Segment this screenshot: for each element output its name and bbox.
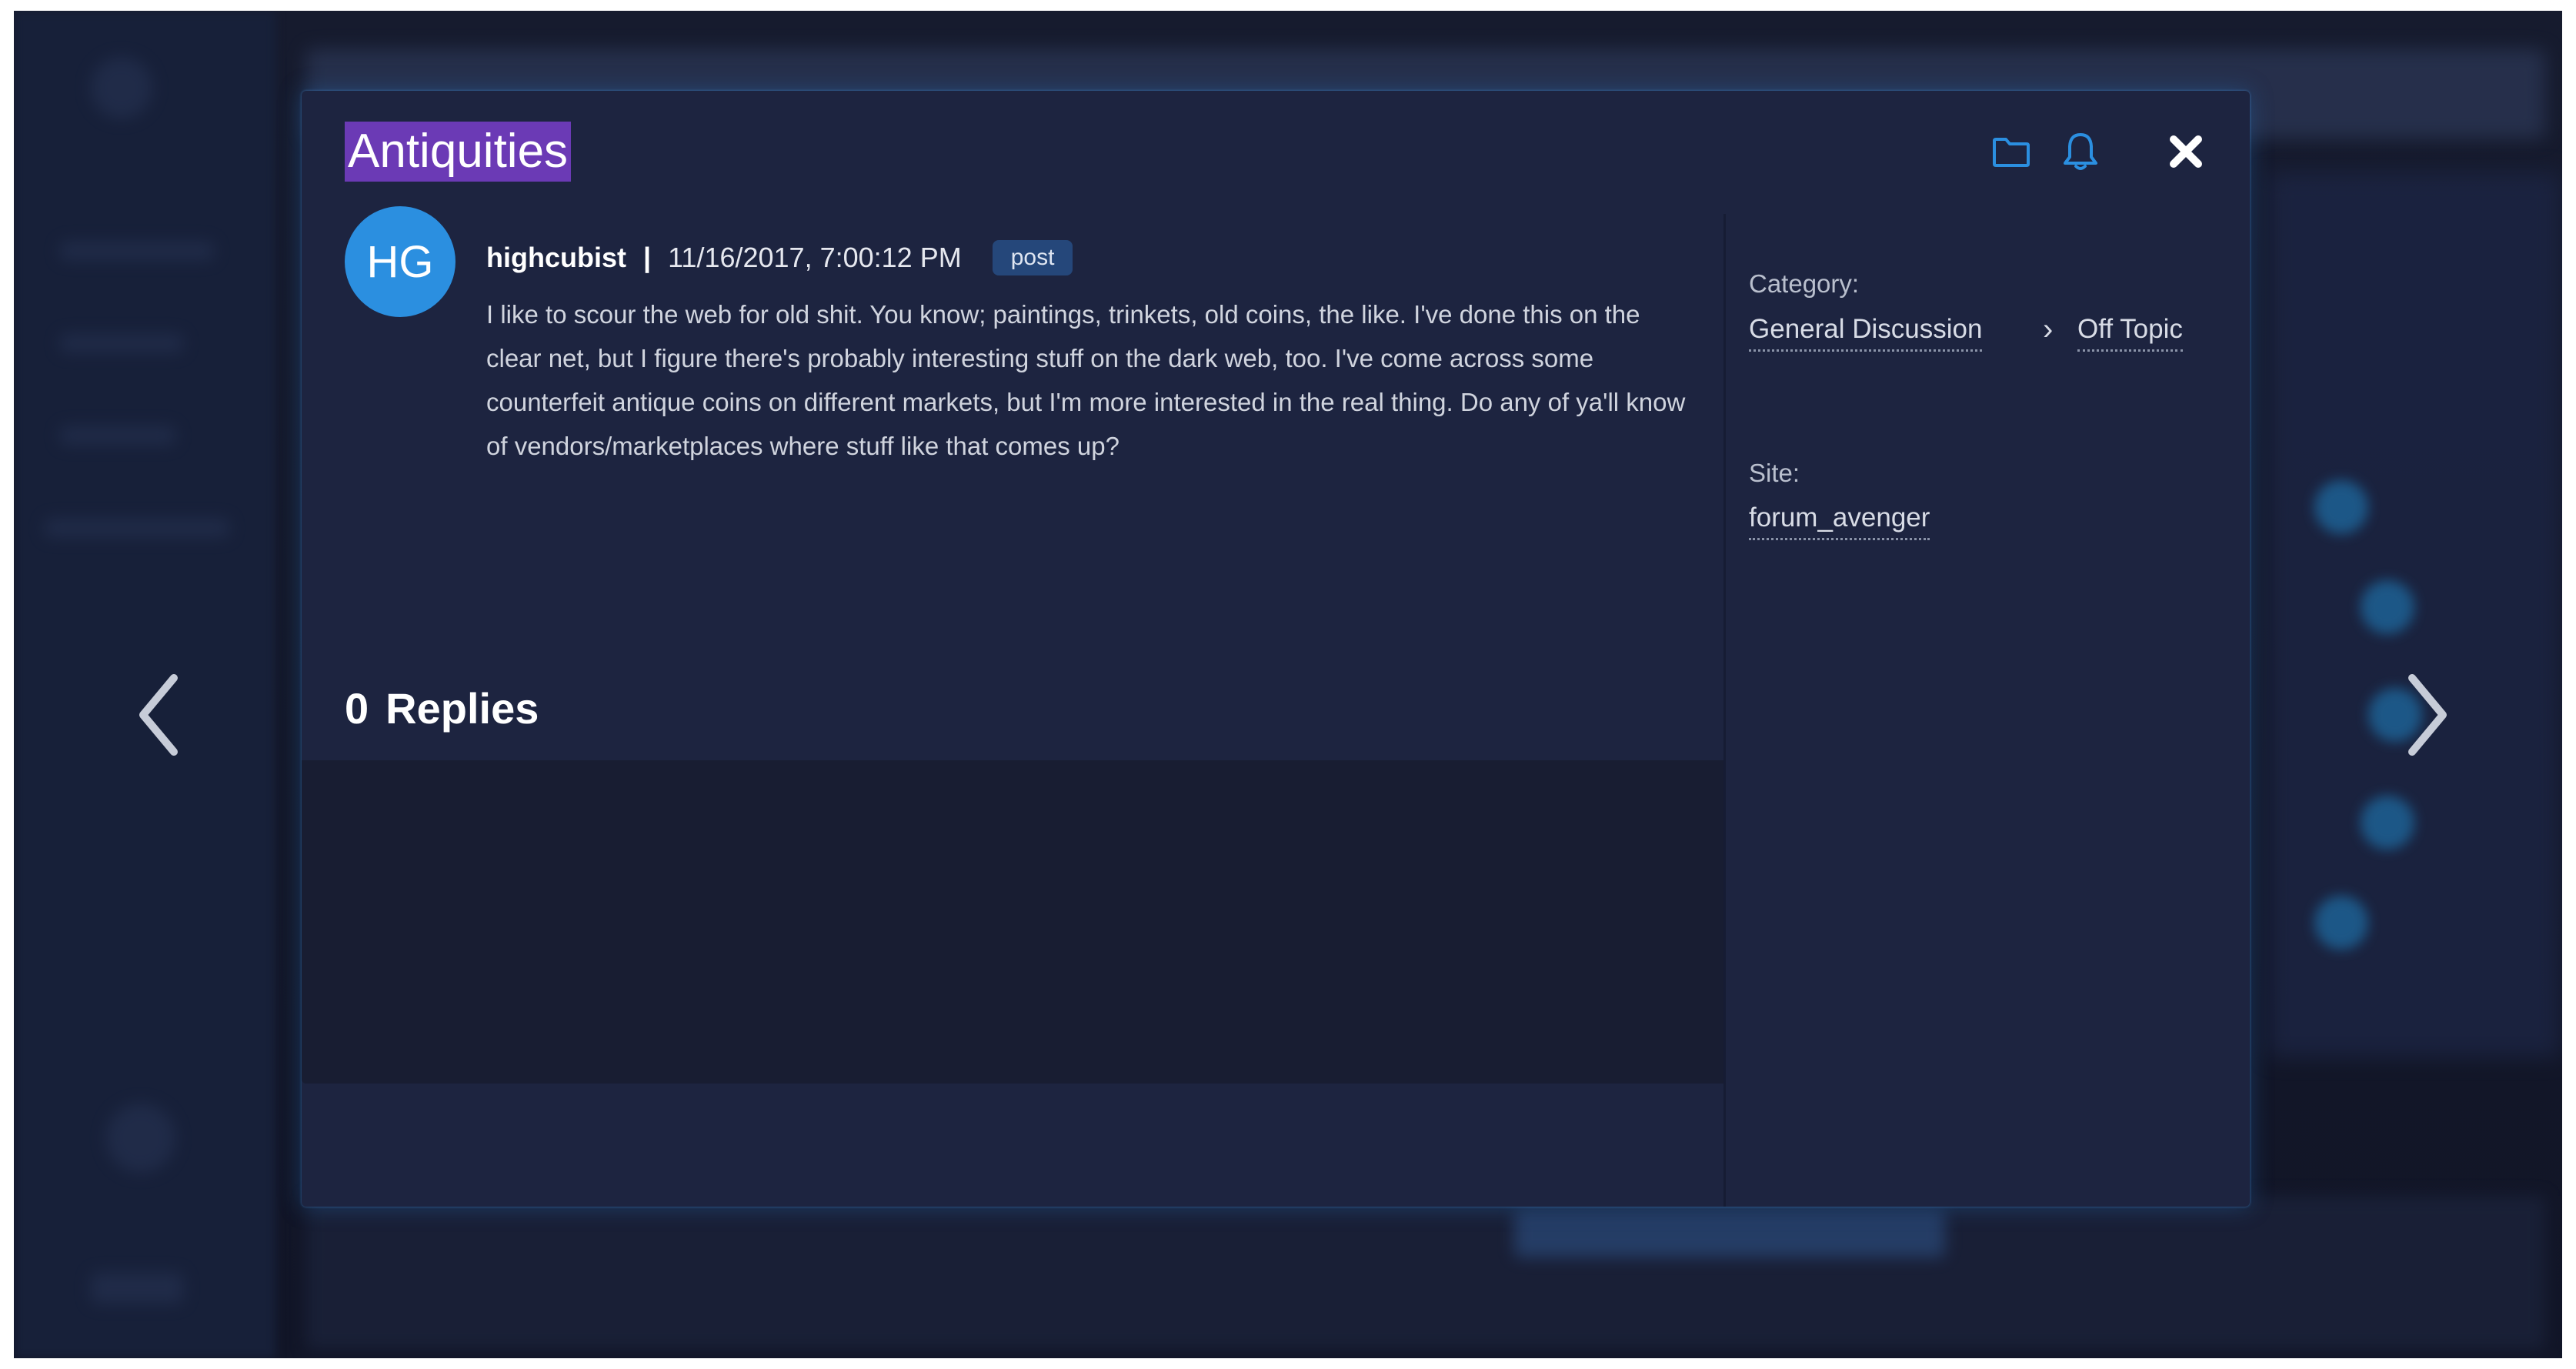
background-nav-item: [60, 334, 183, 352]
background-node: [2361, 580, 2414, 634]
previous-post-button[interactable]: [125, 661, 195, 769]
background-logo: [91, 57, 152, 119]
post-main-column: HG highcubist | 11/16/2017, 7:00:12 PM p…: [302, 206, 1723, 1207]
chevron-right-icon: ›: [2043, 312, 2054, 346]
background-node: [2361, 796, 2414, 850]
bell-icon: [2064, 133, 2097, 170]
chevron-left-icon: [139, 674, 178, 756]
replies-count: 0: [345, 684, 369, 733]
replies-heading: 0 Replies: [345, 683, 539, 733]
category-link[interactable]: General Discussion: [1749, 314, 1983, 352]
category-label: Category:: [1749, 269, 1860, 298]
background-avatar: [106, 1104, 175, 1173]
post-detail-modal: Antiquities HG highcubist | 11/16/2017, …: [302, 91, 2250, 1207]
folder-icon: [1993, 138, 2030, 167]
background-nav-item: [60, 242, 214, 260]
post-type-badge: post: [992, 240, 1073, 275]
background-results-bar: [306, 1196, 2545, 1350]
next-post-button[interactable]: [2391, 661, 2461, 769]
post-body: I like to scour the web for old shit. Yo…: [486, 300, 1686, 460]
background-button: [1514, 1211, 1945, 1257]
replies-label: Replies: [385, 684, 539, 733]
modal-title: Antiquities: [345, 122, 572, 182]
background-control: [91, 1273, 183, 1304]
background-node: [2314, 896, 2368, 950]
meta-separator: |: [643, 242, 652, 273]
background-node: [2314, 480, 2368, 534]
replies-list: [302, 760, 1723, 1084]
post-author[interactable]: highcubist: [486, 242, 626, 274]
site-link[interactable]: forum_avenger: [1749, 503, 1930, 540]
close-modal-button[interactable]: [2168, 134, 2204, 169]
site-label: Site:: [1749, 459, 1800, 487]
save-to-folder-button[interactable]: [1991, 135, 2031, 169]
close-icon: [2170, 135, 2202, 168]
chevron-right-icon: [2408, 674, 2447, 756]
post-info-sidebar: Category: General Discussion › Off Topic…: [1723, 214, 2252, 1207]
avatar: HG: [345, 206, 455, 317]
post-timestamp: 11/16/2017, 7:00:12 PM: [668, 242, 962, 273]
subscribe-alert-button[interactable]: [2062, 131, 2099, 172]
post-meta: highcubist | 11/16/2017, 7:00:12 PM post: [486, 240, 1073, 275]
modal-header-actions: [1991, 131, 2204, 172]
subcategory-link[interactable]: Off Topic: [2077, 314, 2183, 352]
background-graph-panel: [2268, 172, 2561, 1057]
background-nav-item: [45, 519, 229, 537]
background-nav-item: [60, 426, 175, 445]
